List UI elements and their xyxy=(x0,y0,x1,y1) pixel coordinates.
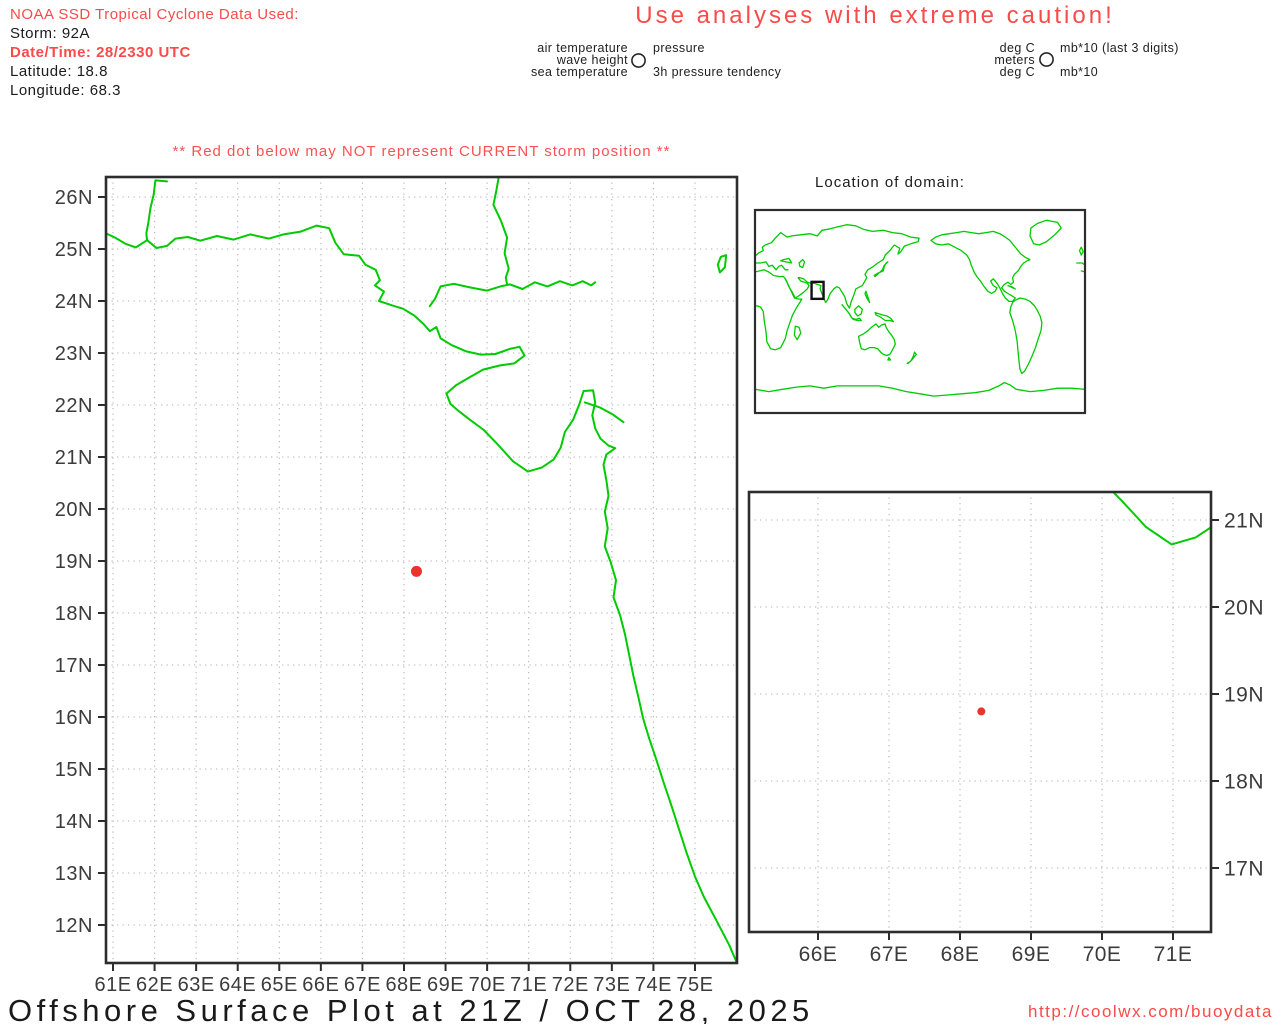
world-map xyxy=(753,208,1087,415)
y-axis-label: 12N xyxy=(55,915,93,937)
y-axis-label: 15N xyxy=(55,759,93,781)
y-axis-label: 20N xyxy=(55,499,93,521)
coastline xyxy=(798,258,806,269)
map-plot-area: 61E 62E 63E 64E 65E 66E 67E 68E 69E 70E 71E 72E 73E 7… xyxy=(55,51,1280,996)
map-frame xyxy=(753,208,1087,415)
x-axis-label: 66E xyxy=(799,943,838,966)
coastline xyxy=(1112,493,1210,546)
storm-position-dot xyxy=(977,707,986,716)
y-axis-label: 16N xyxy=(55,707,93,729)
main-map: 61E 62E 63E 64E 65E 66E 67E 68E 69E 70E 71E 72E 73E 7… xyxy=(55,175,739,996)
coastline xyxy=(854,305,863,317)
coastline xyxy=(492,178,510,286)
coastline xyxy=(756,381,1084,397)
coastline xyxy=(1007,284,1016,290)
x-axis-label: 69E xyxy=(1012,943,1051,966)
y-axis-label: 17N xyxy=(1224,858,1264,881)
coastline xyxy=(864,290,871,304)
coastline xyxy=(857,323,896,357)
coastline xyxy=(1004,226,1280,268)
x-axis-label: 67E xyxy=(870,943,909,966)
y-axis-label: 17N xyxy=(55,655,93,677)
storm-position-dot xyxy=(410,565,422,577)
coastline xyxy=(145,179,168,242)
coastline xyxy=(756,261,789,271)
coastline xyxy=(793,325,802,341)
y-axis-label: 22N xyxy=(55,395,93,417)
y-axis-label: 19N xyxy=(55,551,93,573)
y-axis-label: 13N xyxy=(55,863,93,885)
coastline xyxy=(874,311,895,323)
coastline xyxy=(1076,262,1084,266)
coastline xyxy=(841,304,862,322)
coastline xyxy=(1078,246,1084,256)
coastline xyxy=(520,57,556,157)
zoom-map: 66E 67E 68E 69E 70E 71E 21N 20N 19N 18N 17N xyxy=(520,51,1280,966)
coastline xyxy=(107,224,736,962)
y-axis-label: 14N xyxy=(55,811,93,833)
y-axis-label: 21N xyxy=(55,447,93,469)
y-axis-label: 24N xyxy=(55,291,93,313)
plot-title: Offshore Surface Plot at 21Z / OCT 28, 2… xyxy=(8,993,814,1024)
coastline xyxy=(887,357,892,361)
buoy-plot-canvas: NOAA SSD Tropical Cyclone Data Used: Sto… xyxy=(0,0,1280,1024)
coastline xyxy=(716,254,728,274)
y-axis-label: 21N xyxy=(1224,510,1264,533)
y-axis-label: 23N xyxy=(55,343,93,365)
coastline xyxy=(1113,51,1139,231)
y-axis-label: 25N xyxy=(55,239,93,261)
coastline xyxy=(780,257,793,264)
x-axis-label: 68E xyxy=(941,943,980,966)
coastline xyxy=(906,351,917,365)
x-axis-label: 70E xyxy=(1083,943,1122,966)
y-axis-label: 18N xyxy=(1224,771,1264,794)
coastline xyxy=(1029,219,1062,246)
source-url: http://coolwx.com/buoydata xyxy=(1027,1002,1273,1021)
y-axis-label: 26N xyxy=(55,187,93,209)
y-axis-label: 19N xyxy=(1224,684,1264,707)
coastline xyxy=(1009,297,1043,375)
coastline xyxy=(756,278,803,351)
x-axis-label: 71E xyxy=(1154,943,1193,966)
y-axis-label: 20N xyxy=(1224,597,1264,620)
y-axis-label: 18N xyxy=(55,603,93,625)
coastline xyxy=(1269,429,1280,462)
coastline xyxy=(930,230,1031,303)
